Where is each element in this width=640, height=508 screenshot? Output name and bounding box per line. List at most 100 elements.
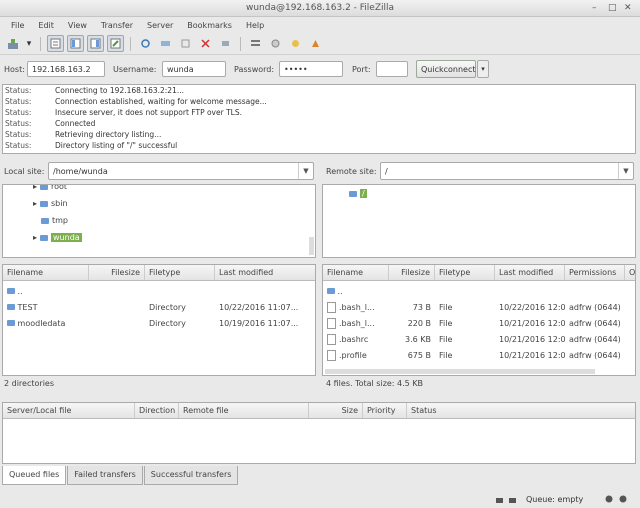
chevron-down-icon[interactable]: ▼ bbox=[618, 163, 633, 179]
quickconnect-button[interactable]: Quickconnect bbox=[416, 60, 476, 78]
expand-arrow-icon[interactable]: ▸ bbox=[33, 233, 37, 242]
host-input[interactable]: 192.168.163.2 bbox=[27, 61, 105, 77]
host-label: Host: bbox=[4, 65, 25, 74]
menu-view[interactable]: View bbox=[61, 21, 94, 30]
menu-bookmarks[interactable]: Bookmarks bbox=[180, 21, 239, 30]
remote-tree[interactable]: / bbox=[322, 184, 636, 258]
log-row: Status: Directory listing of "/" successf… bbox=[5, 141, 178, 150]
toolbar-separator bbox=[130, 36, 131, 51]
search-icon[interactable] bbox=[307, 35, 324, 52]
column-status[interactable]: Status bbox=[407, 403, 635, 418]
menu-edit[interactable]: Edit bbox=[31, 21, 61, 30]
toggle-queue-icon[interactable] bbox=[107, 35, 124, 52]
column-filesize[interactable]: Filesize bbox=[389, 265, 435, 280]
toggle-local-tree-icon[interactable] bbox=[67, 35, 84, 52]
table-row[interactable]: .bash_l... 73 B File 10/22/2016 12:03...… bbox=[323, 300, 635, 316]
reconnect-icon[interactable] bbox=[217, 35, 234, 52]
table-row[interactable]: moodledata Directory 10/19/2016 11:07... bbox=[3, 316, 315, 332]
site-manager-icon[interactable] bbox=[4, 35, 21, 52]
process-queue-icon[interactable] bbox=[157, 35, 174, 52]
message-log[interactable]: Status: Connecting to 192.168.163.2:21...… bbox=[2, 84, 636, 154]
column-priority[interactable]: Priority bbox=[363, 403, 407, 418]
remote-file-list[interactable]: Filename Filesize Filetype Last modified… bbox=[322, 264, 636, 376]
remote-site-label: Remote site: bbox=[326, 167, 377, 176]
column-filename[interactable]: Filename bbox=[3, 265, 89, 280]
column-last-modified[interactable]: Last modified bbox=[215, 265, 315, 280]
close-button[interactable]: ✕ bbox=[624, 3, 632, 13]
toolbar-separator bbox=[40, 36, 41, 51]
local-file-list[interactable]: Filename Filesize Filetype Last modified… bbox=[2, 264, 316, 376]
quickconnect-dropdown[interactable]: ▾ bbox=[477, 60, 489, 78]
table-row[interactable]: .bash_l... 220 B File 10/21/2016 12:03..… bbox=[323, 316, 635, 332]
port-input[interactable] bbox=[376, 61, 408, 77]
table-row[interactable]: TEST Directory 10/22/2016 11:07... bbox=[3, 300, 315, 316]
tab-failed-transfers[interactable]: Failed transfers bbox=[67, 466, 143, 485]
log-row: Status: Insecure server, it does not supp… bbox=[5, 108, 242, 117]
toggle-log-icon[interactable] bbox=[47, 35, 64, 52]
expand-arrow-icon[interactable]: ▸ bbox=[33, 185, 37, 191]
remote-site-path: / bbox=[385, 167, 388, 176]
table-row[interactable]: .. bbox=[323, 284, 635, 300]
local-site-combo[interactable]: /home/wunda ▼ bbox=[48, 162, 314, 180]
expand-arrow-icon[interactable]: ▸ bbox=[33, 199, 37, 208]
password-input[interactable]: ••••• bbox=[279, 61, 343, 77]
tab-successful-transfers[interactable]: Successful transfers bbox=[143, 466, 239, 485]
speed-limit-icon bbox=[508, 495, 517, 506]
chevron-down-icon[interactable]: ▼ bbox=[298, 163, 313, 179]
remote-status: 4 files. Total size: 4.5 KB bbox=[326, 379, 424, 388]
local-tree-scrollbar[interactable] bbox=[309, 237, 314, 255]
folder-icon bbox=[349, 190, 357, 197]
column-size[interactable]: Size bbox=[309, 403, 363, 418]
dropdown-arrow-icon[interactable]: ▾ bbox=[24, 35, 34, 52]
remote-site-combo[interactable]: / ▼ bbox=[380, 162, 634, 180]
maximize-button[interactable]: □ bbox=[608, 3, 617, 13]
password-label: Password: bbox=[234, 65, 275, 74]
column-filesize[interactable]: Filesize bbox=[89, 265, 145, 280]
username-input[interactable]: wunda bbox=[162, 61, 226, 77]
column-server-local-file[interactable]: Server/Local file bbox=[3, 403, 135, 418]
column-direction[interactable]: Direction bbox=[135, 403, 179, 418]
column-last-modified[interactable]: Last modified bbox=[495, 265, 565, 280]
column-filetype[interactable]: Filetype bbox=[145, 265, 215, 280]
folder-icon bbox=[7, 304, 15, 310]
menu-help[interactable]: Help bbox=[239, 21, 271, 30]
column-remote-file[interactable]: Remote file bbox=[179, 403, 309, 418]
menu-file[interactable]: File bbox=[4, 21, 31, 30]
remote-list-hscrollbar[interactable] bbox=[325, 369, 595, 374]
local-tree[interactable]: ▸ root ▸ sbin tmp ▸ wunda bbox=[2, 184, 316, 258]
compare-icon[interactable] bbox=[267, 35, 284, 52]
filter-icon[interactable] bbox=[247, 35, 264, 52]
column-owner[interactable]: Ow bbox=[625, 265, 635, 280]
remote-site-bar: Remote site: / ▼ bbox=[322, 159, 640, 183]
minimize-button[interactable]: – bbox=[592, 3, 597, 13]
tree-item[interactable]: ▸ root bbox=[33, 185, 67, 191]
disconnect-icon[interactable] bbox=[197, 35, 214, 52]
quickconnect-bar: Host: 192.168.163.2 Username: wunda Pass… bbox=[0, 58, 640, 80]
menu-server[interactable]: Server bbox=[140, 21, 180, 30]
tree-item-selected[interactable]: ▸ wunda bbox=[33, 233, 82, 242]
table-row[interactable]: .. bbox=[3, 284, 315, 300]
tree-item[interactable]: tmp bbox=[41, 216, 68, 225]
table-row[interactable]: .profile 675 B File 10/21/2016 12:03... … bbox=[323, 348, 635, 364]
log-row: Status: Connection established, waiting f… bbox=[5, 97, 267, 106]
column-filetype[interactable]: Filetype bbox=[435, 265, 495, 280]
column-filename[interactable]: Filename bbox=[323, 265, 389, 280]
local-list-header: Filename Filesize Filetype Last modified bbox=[3, 265, 315, 281]
transfer-queue[interactable]: Server/Local file Direction Remote file … bbox=[2, 402, 636, 464]
tree-item[interactable]: ▸ sbin bbox=[33, 199, 68, 208]
file-icon bbox=[327, 318, 336, 329]
file-icon bbox=[327, 302, 336, 313]
tab-queued-files[interactable]: Queued files bbox=[2, 466, 67, 485]
sync-browse-icon[interactable] bbox=[287, 35, 304, 52]
column-permissions[interactable]: Permissions bbox=[565, 265, 625, 280]
cancel-icon[interactable] bbox=[177, 35, 194, 52]
menu-transfer[interactable]: Transfer bbox=[94, 21, 140, 30]
toggle-remote-tree-icon[interactable] bbox=[87, 35, 104, 52]
tree-item-root[interactable]: / bbox=[349, 189, 367, 198]
local-site-label: Local site: bbox=[4, 167, 45, 176]
port-label: Port: bbox=[352, 65, 371, 74]
refresh-icon[interactable] bbox=[137, 35, 154, 52]
table-row[interactable]: .bashrc 3.6 KB File 10/21/2016 12:03... … bbox=[323, 332, 635, 348]
title-bar: wunda@192.168.163.2 - FileZilla – □ ✕ bbox=[0, 0, 640, 17]
folder-icon bbox=[40, 234, 49, 241]
